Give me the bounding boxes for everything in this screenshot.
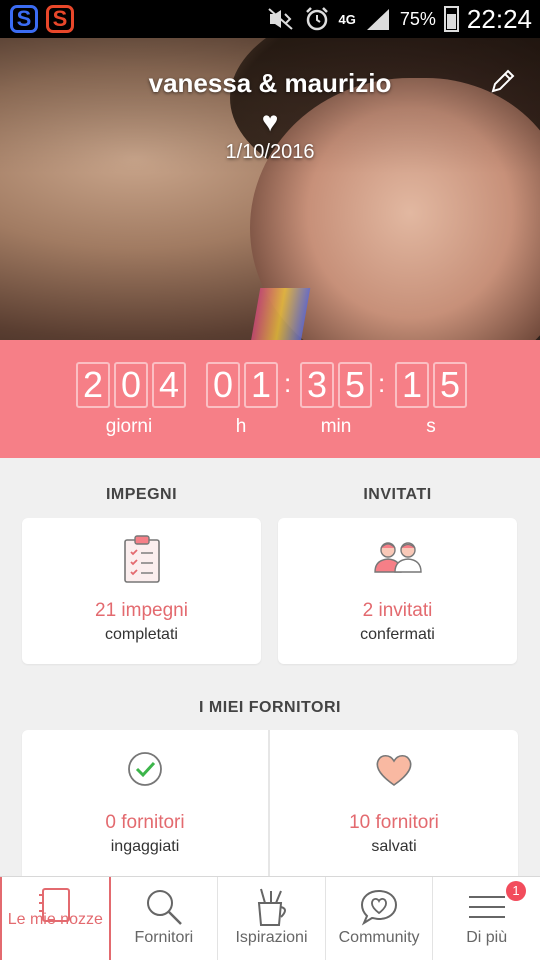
heart-icon	[374, 752, 414, 793]
search-icon	[144, 887, 184, 927]
section-title-invitati: INVITATI	[363, 486, 432, 503]
invitati-count: 2 invitati	[362, 600, 433, 621]
network-type: 4G	[338, 11, 356, 27]
app-notification-icon: S	[46, 5, 74, 33]
nav-label: Di più	[466, 929, 508, 946]
pencil-cup-icon	[251, 887, 291, 927]
countdown-label-minutes: min	[320, 416, 352, 437]
battery-icon	[443, 6, 459, 32]
countdown-digit: 3	[300, 362, 334, 408]
countdown-digit: 0	[114, 362, 148, 408]
nav-community[interactable]: Community	[326, 877, 434, 960]
countdown-digit: 1	[244, 362, 278, 408]
checklist-icon	[122, 534, 162, 589]
invitati-sub: confermati	[360, 626, 435, 643]
pencil-icon[interactable]	[488, 66, 518, 96]
section-title-impegni: IMPEGNI	[105, 486, 178, 503]
alarm-icon	[303, 6, 331, 32]
countdown-separator: :	[378, 368, 386, 398]
bottom-nav: Le mie nozze Fornitori Ispirazioni Commu…	[0, 876, 540, 960]
countdown-panel: 2 0 4 0 1 : 3 5 : 1 5 giorni h min s	[0, 340, 540, 458]
guests-icon	[372, 538, 424, 579]
notification-badge: 1	[505, 881, 526, 901]
fornitori-engaged[interactable]: 0 fornitori ingaggiati	[22, 730, 268, 876]
nav-label: Community	[338, 929, 420, 946]
countdown-digit: 4	[152, 362, 186, 408]
nav-label: Le mie nozze	[7, 911, 103, 928]
battery-percent: 75%	[399, 8, 436, 29]
countdown-label-days: giorni	[105, 416, 153, 437]
nav-ispirazioni[interactable]: Ispirazioni	[218, 877, 326, 960]
engaged-count: 0 fornitori	[105, 812, 185, 833]
menu-icon	[467, 887, 507, 927]
nav-fornitori[interactable]: Fornitori	[111, 877, 219, 960]
fornitori-saved[interactable]: 10 fornitori salvati	[270, 730, 518, 876]
countdown-digit: 1	[395, 362, 429, 408]
silent-icon	[267, 6, 295, 32]
engaged-sub: ingaggiati	[110, 838, 180, 855]
countdown-separator: :	[284, 368, 292, 398]
nav-label: Fornitori	[134, 929, 194, 946]
nav-le-mie-nozze[interactable]: Le mie nozze	[0, 877, 111, 960]
countdown-label-hours: h	[235, 416, 247, 437]
nav-di-piu[interactable]: 1 Di più	[433, 877, 540, 960]
countdown-label-seconds: s	[426, 416, 436, 437]
saved-count: 10 fornitori	[349, 812, 439, 833]
clock: 22:24	[466, 3, 532, 34]
status-bar: S S 4G 75% 22:24	[0, 0, 540, 38]
saved-sub: salvati	[371, 838, 417, 855]
fornitori-card: 0 fornitori ingaggiati 10 fornitori salv…	[22, 730, 518, 876]
invitati-card[interactable]: 2 invitati confermati	[278, 518, 517, 664]
countdown-digit: 2	[76, 362, 110, 408]
app-notification-icon: S	[10, 5, 38, 33]
signal-icon	[364, 6, 392, 32]
countdown-digit: 5	[338, 362, 372, 408]
impegni-card[interactable]: 21 impegni completati	[22, 518, 261, 664]
nav-label: Ispirazioni	[235, 929, 308, 946]
couple-names: vanessa & maurizio	[148, 68, 392, 98]
chat-heart-icon	[359, 887, 399, 927]
impegni-count: 21 impegni	[95, 600, 188, 621]
impegni-sub: completati	[105, 626, 178, 643]
heart-icon: ♥	[261, 106, 279, 137]
section-title-fornitori: I MIEI FORNITORI	[199, 699, 341, 716]
countdown-digit: 5	[433, 362, 467, 408]
wedding-date: 1/10/2016	[225, 141, 315, 163]
check-circle-icon	[126, 750, 164, 793]
couple-photo[interactable]: vanessa & maurizio ♥ 1/10/2016	[0, 38, 540, 340]
countdown-digit: 0	[206, 362, 240, 408]
